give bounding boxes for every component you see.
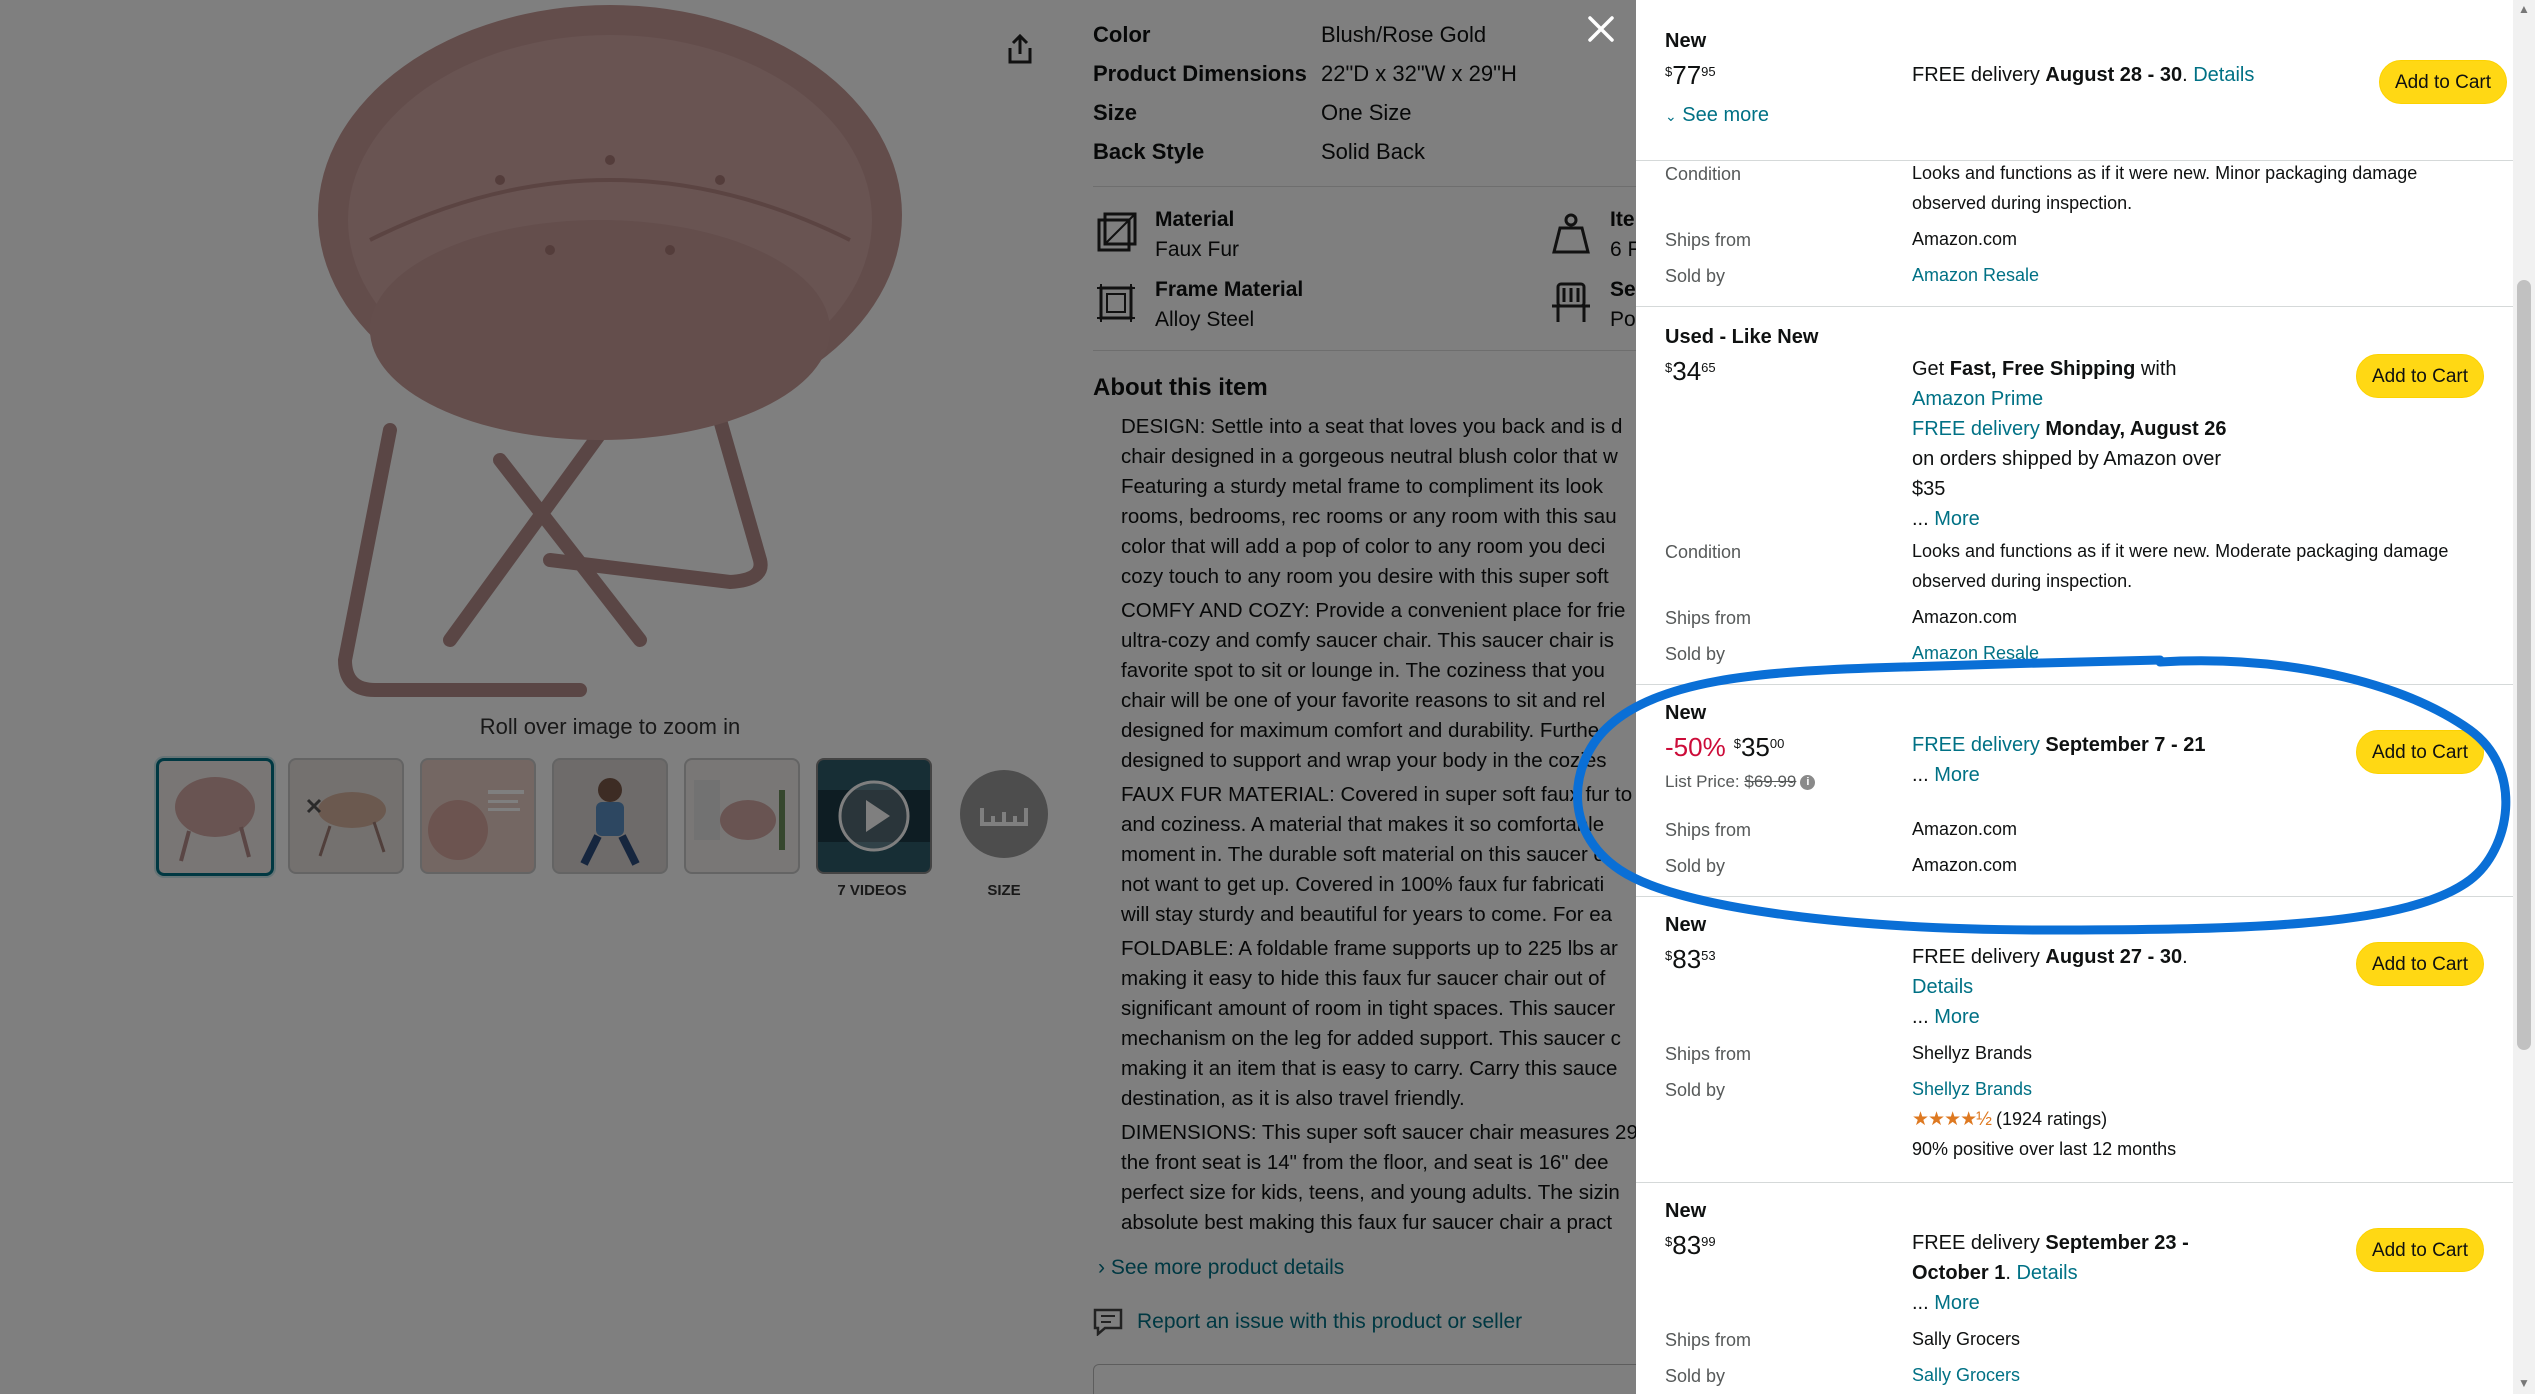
add-to-cart-button[interactable]: Add to Cart (2356, 354, 2484, 398)
condition-text: Looks and functions as if it were new. M… (1912, 163, 2418, 183)
offer-card: New $7795 FREE delivery August 28 - 30. … (1636, 0, 2516, 307)
close-icon[interactable] (1584, 12, 1618, 46)
details-link[interactable]: Details (2193, 64, 2254, 86)
offer-delivery: FREE delivery August 27 - 30. (1912, 946, 2188, 968)
offer-delivery-note: on orders shipped by Amazon over (1912, 448, 2222, 470)
offer-delivery: FREE delivery September 23 - (1912, 1232, 2189, 1254)
discount-badge: -50% (1665, 732, 1726, 762)
ships-from-value: Amazon.com (1912, 607, 2018, 627)
sold-by-label: Sold by (1665, 644, 1726, 664)
seller-link[interactable]: Amazon Resale (1912, 260, 2039, 290)
details-link[interactable]: Details (1912, 972, 1973, 1002)
add-to-cart-button[interactable]: Add to Cart (2356, 730, 2484, 774)
see-more-toggle[interactable]: ⌄ See more (1665, 104, 1769, 127)
details-link[interactable]: Details (2016, 1262, 2077, 1284)
condition-label: Condition (1665, 164, 1742, 184)
see-more-label[interactable]: See more (1682, 104, 1769, 126)
offer-card: Used - Like New $3465 Get Fast, Free Shi… (1636, 306, 2516, 685)
seller-rating[interactable]: ★★★★½ (1924 ratings) (1912, 1104, 2107, 1135)
offer-price: $8353 (1665, 944, 1716, 974)
seller-link[interactable]: Sally Grocers (1912, 1360, 2020, 1390)
list-price: List Price: $69.99 i (1665, 772, 1816, 792)
seller-positive: 90% positive over last 12 months (1912, 1139, 2177, 1159)
sold-by-label: Sold by (1665, 1080, 1726, 1100)
condition-label: Condition (1665, 542, 1742, 562)
offer-price: $8399 (1665, 1230, 1716, 1260)
sold-by-label: Sold by (1665, 856, 1726, 876)
seller-link[interactable]: Amazon Resale (1912, 638, 2039, 668)
offer-price: -50% $3500 (1665, 732, 1785, 762)
ships-from-label: Ships from (1665, 608, 1752, 628)
add-to-cart-button[interactable]: Add to Cart (2356, 942, 2484, 986)
info-icon[interactable]: i (1800, 775, 1816, 791)
condition-text: Looks and functions as if it were new. M… (1912, 541, 2449, 561)
offer-card: New $8399 FREE delivery September 23 - O… (1636, 1182, 2516, 1394)
offer-delivery: October 1. Details (1912, 1262, 2078, 1284)
sold-by-label: Sold by (1665, 1366, 1726, 1386)
more-link[interactable]: ... More (1912, 1002, 1980, 1032)
offer-price: $3465 (1665, 356, 1716, 386)
offer-condition: New (1665, 30, 1707, 52)
ships-from-value: Amazon.com (1912, 819, 2018, 839)
star-rating-icon: ★★★★½ (1912, 1109, 1992, 1130)
add-to-cart-button[interactable]: Add to Cart (2356, 1228, 2484, 1272)
modal-overlay[interactable] (0, 0, 1636, 1394)
ships-from-label: Ships from (1665, 1044, 1752, 1064)
offer-card: New $8353 FREE delivery August 27 - 30. … (1636, 896, 2516, 1183)
condition-text: observed during inspection. (1912, 571, 2133, 591)
offer-delivery: FREE delivery August 28 - 30. Details (1912, 64, 2255, 86)
condition-text: observed during inspection. (1912, 193, 2133, 213)
more-link[interactable]: ... More (1912, 1288, 1980, 1318)
seller-link[interactable]: Shellyz Brands (1912, 1074, 2032, 1104)
scroll-thumb[interactable] (2517, 280, 2531, 1050)
panel-scrollbar[interactable]: ▲ ▼ (2513, 0, 2535, 1394)
add-to-cart-button[interactable]: Add to Cart (2379, 60, 2507, 104)
more-link[interactable]: ... More (1912, 504, 1980, 534)
offer-delivery-note: $35 (1912, 478, 1946, 500)
ships-from-label: Ships from (1665, 820, 1752, 840)
offer-condition: New (1665, 1200, 1707, 1222)
offers-panel: New $7795 FREE delivery August 28 - 30. … (1636, 0, 2537, 1394)
offer-condition: New (1665, 702, 1707, 724)
sold-by-value: Amazon.com (1912, 855, 2018, 875)
ships-from-value: Amazon.com (1912, 229, 2018, 249)
offer-delivery-date: FREE delivery September 7 - 21 (1912, 734, 2206, 756)
ships-from-value: Shellyz Brands (1912, 1043, 2033, 1063)
ships-from-label: Ships from (1665, 230, 1752, 250)
offer-condition: New (1665, 914, 1707, 936)
sold-by-label: Sold by (1665, 266, 1726, 286)
ships-from-value: Sally Grocers (1912, 1329, 2021, 1349)
offer-delivery-date: FREE delivery Monday, August 26 (1912, 418, 2227, 440)
offer-card: New -50% $3500 List Price: $69.99 i FREE d… (1636, 684, 2516, 897)
scroll-up-icon[interactable]: ▲ (2516, 2, 2532, 18)
ships-from-label: Ships from (1665, 1330, 1752, 1350)
more-link[interactable]: ... More (1912, 760, 1980, 790)
offer-condition: Used - Like New (1665, 326, 1819, 348)
offer-price: $7795 (1665, 60, 1716, 90)
offer-delivery: Get Fast, Free Shipping with (1912, 358, 2177, 380)
scroll-down-icon[interactable]: ▼ (2516, 1376, 2532, 1392)
chevron-down-icon: ⌄ (1665, 108, 1677, 124)
prime-link[interactable]: Amazon Prime (1912, 384, 2043, 414)
